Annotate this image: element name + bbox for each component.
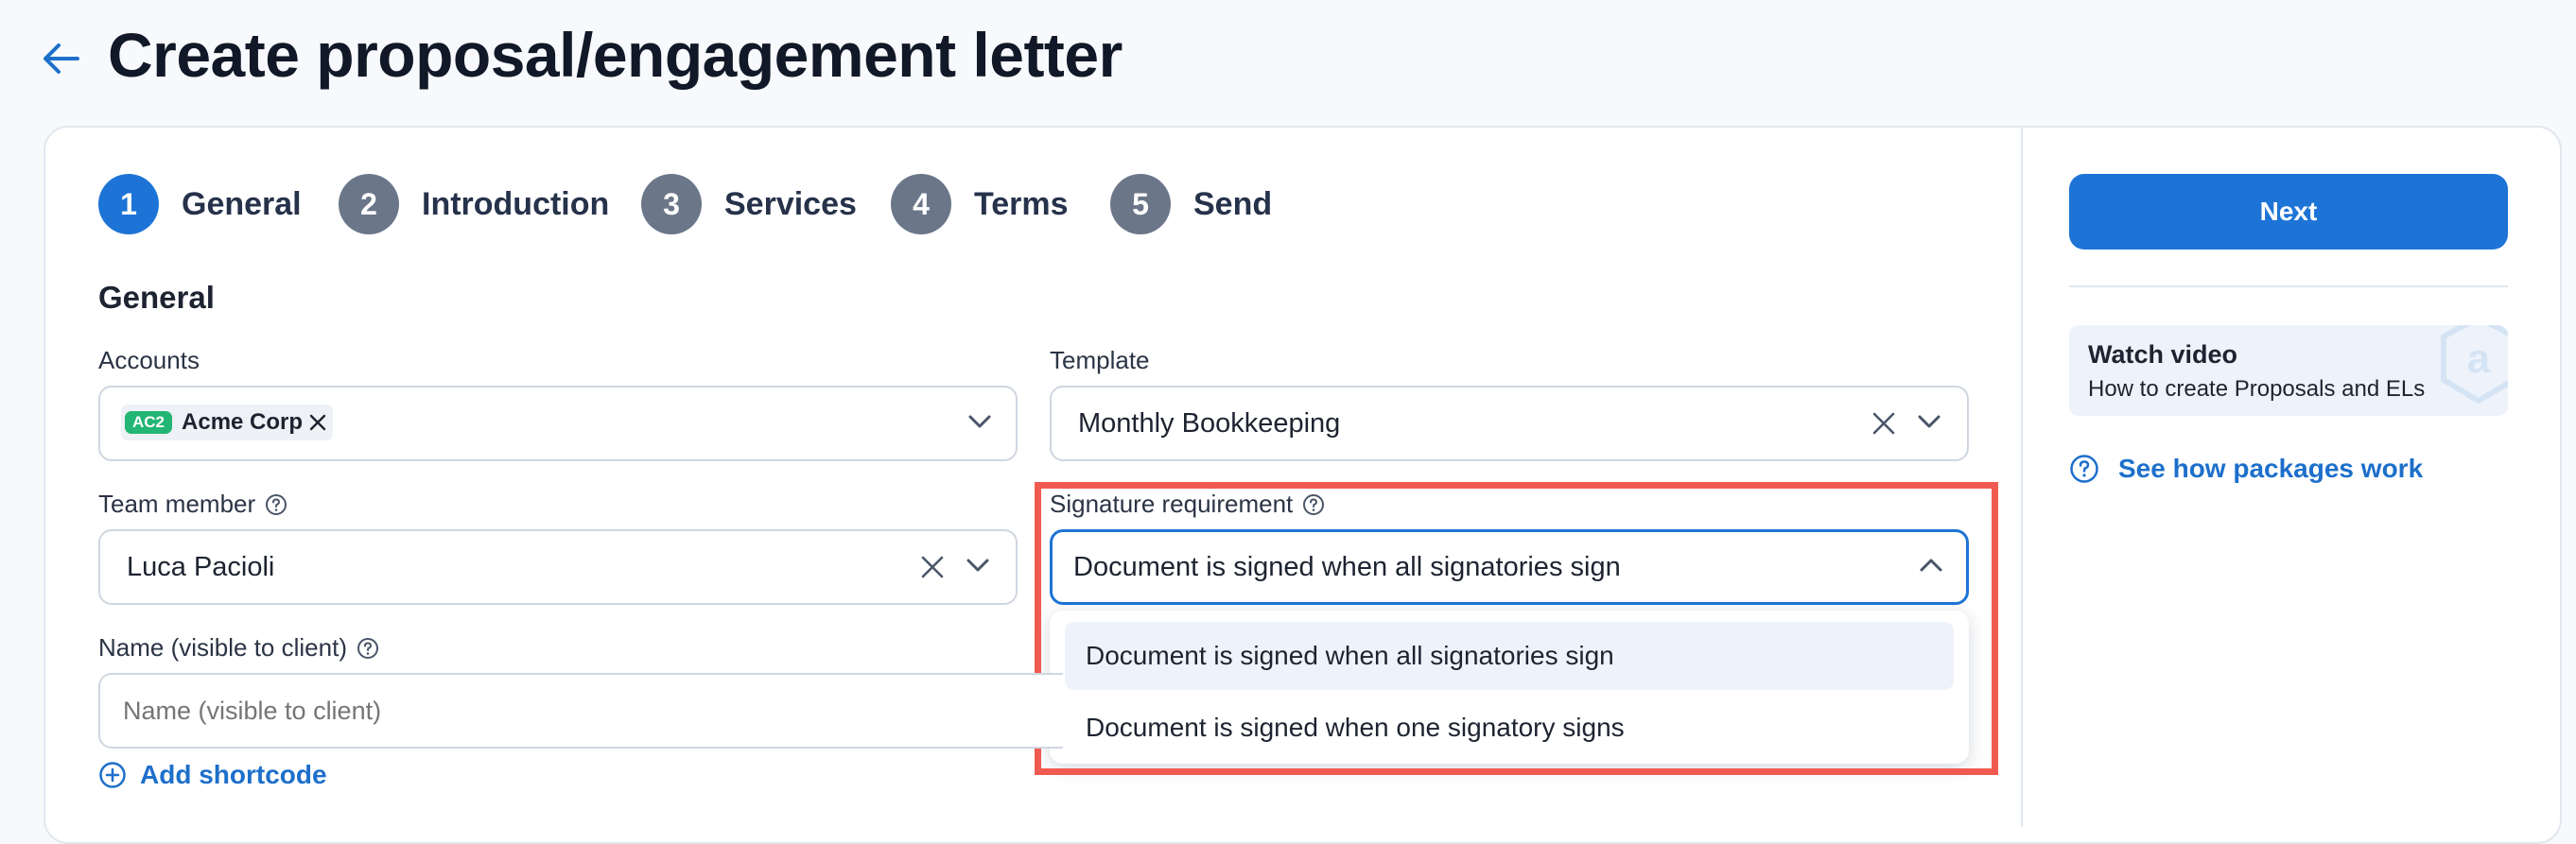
remove-chip-icon[interactable] xyxy=(308,413,327,432)
step-terms[interactable]: 4 Terms xyxy=(891,174,1069,234)
watch-video-card[interactable]: Watch video How to create Proposals and … xyxy=(2069,325,2508,416)
signature-requirement-dropdown: Document is signed when all signatories … xyxy=(1050,611,1969,764)
chevron-up-icon[interactable] xyxy=(1916,550,1946,580)
video-title: Watch video xyxy=(2088,340,2238,369)
step-label: Send xyxy=(1193,185,1273,222)
back-button[interactable] xyxy=(36,36,85,81)
clear-icon[interactable] xyxy=(915,550,949,584)
help-icon[interactable] xyxy=(265,493,287,516)
accounts-label: Accounts xyxy=(98,346,200,375)
account-chip-label: Acme Corp xyxy=(182,409,304,435)
step-number: 3 xyxy=(641,174,702,234)
step-number: 4 xyxy=(891,174,951,234)
step-label: Introduction xyxy=(422,185,610,222)
help-circle-icon xyxy=(2069,454,2099,484)
accounts-label-text: Accounts xyxy=(98,346,200,374)
step-number: 5 xyxy=(1110,174,1171,234)
team-member-label: Team member xyxy=(98,490,287,519)
template-value: Monthly Bookkeeping xyxy=(1078,407,1341,439)
template-label: Template xyxy=(1050,346,1150,375)
step-send[interactable]: 5 Send xyxy=(1110,174,1272,234)
signature-requirement-label: Signature requirement xyxy=(1050,490,1325,519)
see-packages-link[interactable]: See how packages work xyxy=(2069,454,2423,484)
chevron-down-icon[interactable] xyxy=(963,550,993,580)
signature-requirement-value: Document is signed when all signatories … xyxy=(1073,551,1621,582)
dropdown-option-one-signs[interactable]: Document is signed when one signatory si… xyxy=(1065,694,1954,762)
arrow-left-icon xyxy=(44,43,79,74)
page-title: Create proposal/engagement letter xyxy=(108,20,1123,90)
chevron-down-icon[interactable] xyxy=(965,406,995,437)
help-icon[interactable] xyxy=(357,637,379,660)
step-services[interactable]: 3 Services xyxy=(641,174,857,234)
card-divider xyxy=(2021,128,2023,827)
chevron-down-icon[interactable] xyxy=(1914,406,1944,437)
step-general[interactable]: 1 General xyxy=(98,174,302,234)
name-input[interactable] xyxy=(98,673,1063,749)
team-member-label-text: Team member xyxy=(98,490,256,518)
add-shortcode-label: Add shortcode xyxy=(140,760,327,789)
signature-requirement-select[interactable]: Document is signed when all signatories … xyxy=(1050,529,1969,605)
svg-text:a: a xyxy=(2467,336,2491,382)
account-chip-badge: AC2 xyxy=(125,411,173,434)
name-label-text: Name (visible to client) xyxy=(98,633,347,662)
signature-requirement-label-text: Signature requirement xyxy=(1050,490,1294,518)
sidebar-divider xyxy=(2069,285,2508,287)
step-label: Terms xyxy=(974,185,1069,222)
template-label-text: Template xyxy=(1050,346,1150,374)
team-member-select[interactable]: Luca Pacioli xyxy=(98,529,1018,605)
account-chip: AC2 Acme Corp xyxy=(121,405,334,440)
dropdown-option-all-sign[interactable]: Document is signed when all signatories … xyxy=(1065,622,1954,690)
plus-circle-icon xyxy=(98,761,127,789)
step-introduction[interactable]: 2 Introduction xyxy=(339,174,609,234)
step-label: Services xyxy=(724,185,857,222)
next-button[interactable]: Next xyxy=(2069,174,2508,250)
step-label: General xyxy=(182,185,302,222)
clear-icon[interactable] xyxy=(1867,406,1901,440)
help-icon[interactable] xyxy=(1302,493,1325,516)
step-number: 2 xyxy=(339,174,399,234)
video-subtitle: How to create Proposals and ELs xyxy=(2088,376,2426,402)
team-member-value: Luca Pacioli xyxy=(127,551,275,582)
step-number: 1 xyxy=(98,174,159,234)
template-select[interactable]: Monthly Bookkeeping xyxy=(1050,386,1969,461)
section-heading: General xyxy=(98,280,215,315)
name-label: Name (visible to client) xyxy=(98,633,379,663)
add-shortcode-link[interactable]: Add shortcode xyxy=(98,760,327,790)
see-packages-label: See how packages work xyxy=(2118,454,2424,483)
brand-logo-icon: a xyxy=(2438,325,2508,409)
